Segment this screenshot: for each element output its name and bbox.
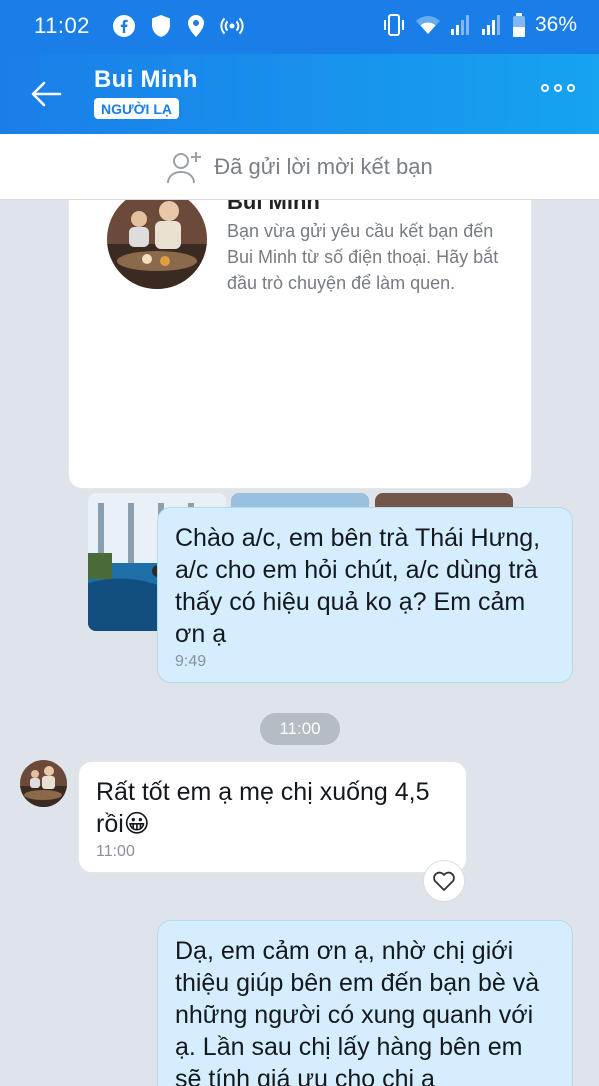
back-button[interactable] (26, 76, 66, 112)
message-outgoing[interactable]: Chào a/c, em bên trà Thái Hưng, a/c cho … (157, 507, 573, 683)
stranger-badge: NGƯỜI LẠ (94, 98, 179, 119)
location-icon (188, 15, 204, 37)
profile-avatar[interactable] (107, 200, 207, 289)
sender-avatar[interactable] (20, 760, 67, 807)
profile-card: Bui Minh Bạn vừa gửi yêu cầu kết bạn đến… (68, 200, 532, 631)
friend-request-status: Đã gửi lời mời kết bạn (214, 153, 433, 179)
message-time: 11:00 (96, 843, 135, 860)
profile-card-description: Bạn vừa gửi yêu cầu kết bạn đến Bui Minh… (227, 221, 499, 293)
chat-header: Bui Minh NGƯỜI LẠ (0, 54, 599, 134)
message-text: Chào a/c, em bên trà Thái Hưng, a/c cho … (175, 524, 541, 648)
wifi-icon (415, 16, 440, 34)
message-text: Dạ, em cảm ơn ạ, nhờ chị giới thiệu giúp… (175, 937, 540, 1086)
more-options-button[interactable] (541, 84, 575, 92)
friend-request-bar: Đã gửi lời mời kết bạn (0, 134, 599, 200)
message-text: Rất tốt em ạ mẹ chị xuống 4,5 rồi😀 (96, 778, 430, 838)
status-left-icons (112, 14, 244, 38)
status-right-icons: 36% (382, 12, 577, 38)
dot-icon (554, 84, 562, 92)
chat-area[interactable]: Bui Minh Bạn vừa gửi yêu cầu kết bạn đến… (0, 200, 599, 1086)
profile-card-name: Bui Minh (227, 200, 320, 214)
battery-percent: 36% (534, 13, 577, 36)
add-friend-icon (167, 151, 202, 183)
message-time: 9:49 (175, 653, 207, 670)
time-divider: 11:00 (260, 713, 340, 745)
facebook-icon (113, 15, 135, 37)
react-button[interactable] (423, 860, 465, 902)
vibrate-icon (383, 14, 404, 36)
status-bar: 11:02 36% (0, 0, 599, 54)
heart-icon (433, 871, 455, 891)
hotspot-icon (220, 17, 244, 35)
dot-icon (541, 84, 549, 92)
dot-icon (567, 84, 575, 92)
contact-name[interactable]: Bui Minh (94, 66, 198, 94)
message-outgoing[interactable]: Dạ, em cảm ơn ạ, nhờ chị giới thiệu giúp… (157, 920, 573, 1086)
arrow-left-icon (31, 81, 62, 107)
shield-icon (152, 15, 170, 37)
battery-icon (512, 13, 525, 37)
signal-icon (450, 15, 469, 35)
signal-icon (481, 15, 500, 35)
status-time: 11:02 (34, 13, 90, 38)
message-incoming[interactable]: Rất tốt em ạ mẹ chị xuống 4,5 rồi😀 11:00 (78, 761, 467, 873)
